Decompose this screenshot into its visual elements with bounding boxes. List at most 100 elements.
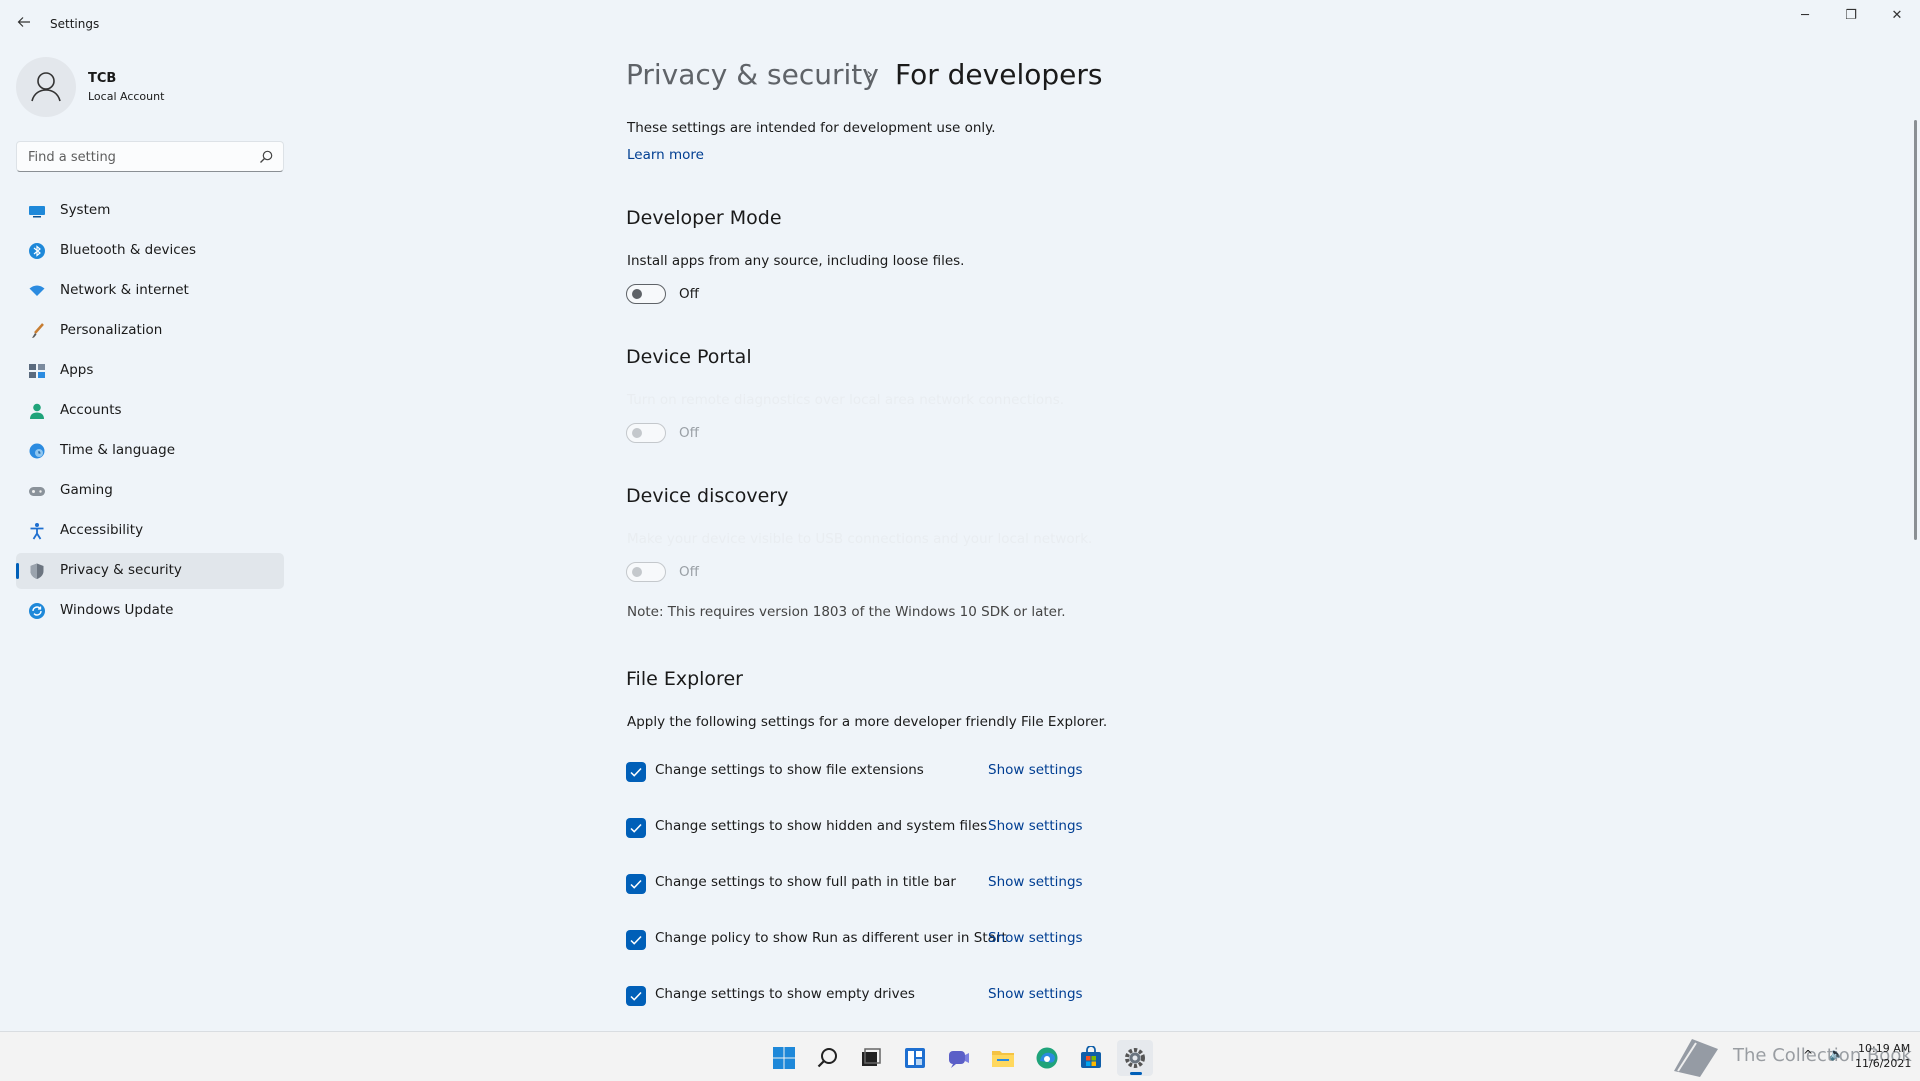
sidebar-item-label: Accounts: [60, 402, 122, 418]
back-button[interactable]: [14, 14, 34, 34]
minimize-button[interactable]: ─: [1782, 4, 1828, 28]
empty-drives-show-settings[interactable]: Show settings: [988, 986, 1083, 1002]
sidebar-item-gaming[interactable]: Gaming: [16, 473, 284, 509]
file-explorer-heading: File Explorer: [626, 668, 743, 690]
file-explorer-icon: [992, 1051, 1014, 1067]
update-icon: [29, 603, 45, 619]
edge-icon: [1036, 1047, 1058, 1069]
sidebar-item-label: Personalization: [60, 322, 163, 338]
avatar[interactable]: [16, 57, 76, 117]
sidebar-item-privacy-security[interactable]: Privacy & security: [16, 553, 284, 589]
store-button[interactable]: [1073, 1040, 1109, 1076]
device-portal-description: Turn on remote diagnostics over local ar…: [627, 392, 1065, 408]
device-discovery-toggle[interactable]: [626, 562, 666, 582]
empty-drives-label: Change settings to show empty drives: [655, 986, 915, 1002]
sidebar-item-label: Apps: [60, 362, 94, 378]
device-discovery-state: Off: [679, 564, 699, 580]
developer-mode-toggle[interactable]: [626, 284, 666, 304]
start-button[interactable]: [766, 1040, 802, 1076]
edge-button[interactable]: [1029, 1040, 1065, 1076]
chat-button[interactable]: [941, 1040, 977, 1076]
chevron-up-icon[interactable]: ^: [1803, 1048, 1813, 1062]
sidebar-item-label: Windows Update: [60, 602, 174, 618]
sidebar-item-accessibility[interactable]: Accessibility: [16, 513, 284, 549]
full-path-show-settings[interactable]: Show settings: [988, 874, 1083, 890]
hidden-files-checkbox[interactable]: [626, 818, 646, 838]
checkmark-icon: [630, 935, 642, 945]
maximize-button[interactable]: ❐: [1828, 4, 1874, 28]
settings-taskbar-button[interactable]: [1117, 1040, 1153, 1076]
developer-mode-state: Off: [679, 286, 699, 302]
checkmark-icon: [630, 823, 642, 833]
bluetooth-icon: [29, 243, 45, 259]
file-explorer-button[interactable]: [985, 1040, 1021, 1076]
checkmark-icon: [630, 879, 642, 889]
widgets-icon: [905, 1048, 925, 1068]
gamepad-icon: [29, 487, 45, 496]
chat-icon: [949, 1051, 969, 1068]
shield-icon: [30, 563, 44, 579]
empty-drives-checkbox[interactable]: [626, 986, 646, 1006]
sidebar-item-accounts[interactable]: Accounts: [16, 393, 284, 429]
full-path-checkbox[interactable]: [626, 874, 646, 894]
task-view-button[interactable]: [853, 1040, 889, 1076]
hidden-files-show-settings[interactable]: Show settings: [988, 818, 1083, 834]
run-as-user-show-settings[interactable]: Show settings: [988, 930, 1083, 946]
sidebar-item-personalization[interactable]: Personalization: [16, 313, 284, 349]
selection-indicator: [16, 563, 19, 579]
store-icon: [1081, 1046, 1101, 1068]
toggle-knob: [632, 428, 642, 438]
file-extensions-checkbox[interactable]: [626, 762, 646, 782]
sidebar-item-windows-update[interactable]: Windows Update: [16, 593, 284, 629]
apps-icon: [29, 364, 45, 378]
checkmark-icon: [630, 991, 642, 1001]
scrollbar[interactable]: [1914, 120, 1917, 540]
search-icon: [817, 1048, 837, 1068]
breadcrumb-separator: ›: [866, 64, 874, 85]
sidebar-item-label: Gaming: [60, 482, 113, 498]
volume-icon[interactable]: 🔈: [1829, 1047, 1844, 1061]
device-discovery-description: Make your device visible to USB connecti…: [627, 531, 1093, 547]
file-explorer-description: Apply the following settings for a more …: [627, 714, 1108, 730]
learn-more-link[interactable]: Learn more: [627, 147, 704, 163]
settings-icon: [1125, 1048, 1145, 1068]
close-button[interactable]: ✕: [1874, 4, 1920, 28]
search-box[interactable]: [16, 141, 284, 173]
search-input[interactable]: [26, 142, 255, 173]
tray-date[interactable]: 11/6/2021: [1855, 1057, 1911, 1070]
run-as-user-checkbox[interactable]: [626, 930, 646, 950]
sidebar-item-time-language[interactable]: Time & language: [16, 433, 284, 469]
back-arrow-icon: [17, 17, 30, 27]
brush-icon: [32, 323, 44, 338]
sidebar-item-bluetooth[interactable]: Bluetooth & devices: [16, 233, 284, 269]
developer-mode-description: Install apps from any source, including …: [627, 253, 965, 269]
search-icon[interactable]: [257, 148, 275, 166]
taskbar: The Collection Book ^ 🔈 10:19 AM 11/6/20…: [0, 1031, 1920, 1081]
sidebar-item-label: Privacy & security: [60, 562, 182, 578]
developer-mode-heading: Developer Mode: [626, 207, 782, 229]
run-as-user-label: Change policy to show Run as different u…: [655, 930, 1007, 946]
person-icon: [30, 403, 44, 419]
file-extensions-show-settings[interactable]: Show settings: [988, 762, 1083, 778]
page-title: For developers: [895, 58, 1103, 91]
tray-time[interactable]: 10:19 AM: [1858, 1042, 1910, 1055]
sidebar-item-label: Network & internet: [60, 282, 189, 298]
globe-clock-icon: [29, 443, 45, 459]
toggle-knob: [632, 289, 642, 299]
sidebar-item-system[interactable]: System: [16, 193, 284, 229]
wifi-icon: [29, 285, 45, 296]
breadcrumb-parent[interactable]: Privacy & security: [626, 58, 879, 91]
window-title: Settings: [50, 17, 100, 31]
file-extensions-label: Change settings to show file extensions: [655, 762, 924, 778]
user-icon: [31, 72, 61, 102]
sidebar-item-label: Time & language: [60, 442, 176, 458]
device-portal-toggle[interactable]: [626, 423, 666, 443]
sidebar-nav: System Bluetooth & devices Network & int…: [16, 193, 284, 633]
task-view-icon: [862, 1048, 881, 1066]
sidebar-item-apps[interactable]: Apps: [16, 353, 284, 389]
sidebar-item-network[interactable]: Network & internet: [16, 273, 284, 309]
device-discovery-heading: Device discovery: [626, 485, 789, 507]
toggle-knob: [632, 567, 642, 577]
widgets-button[interactable]: [897, 1040, 933, 1076]
taskbar-search-button[interactable]: [810, 1040, 846, 1076]
